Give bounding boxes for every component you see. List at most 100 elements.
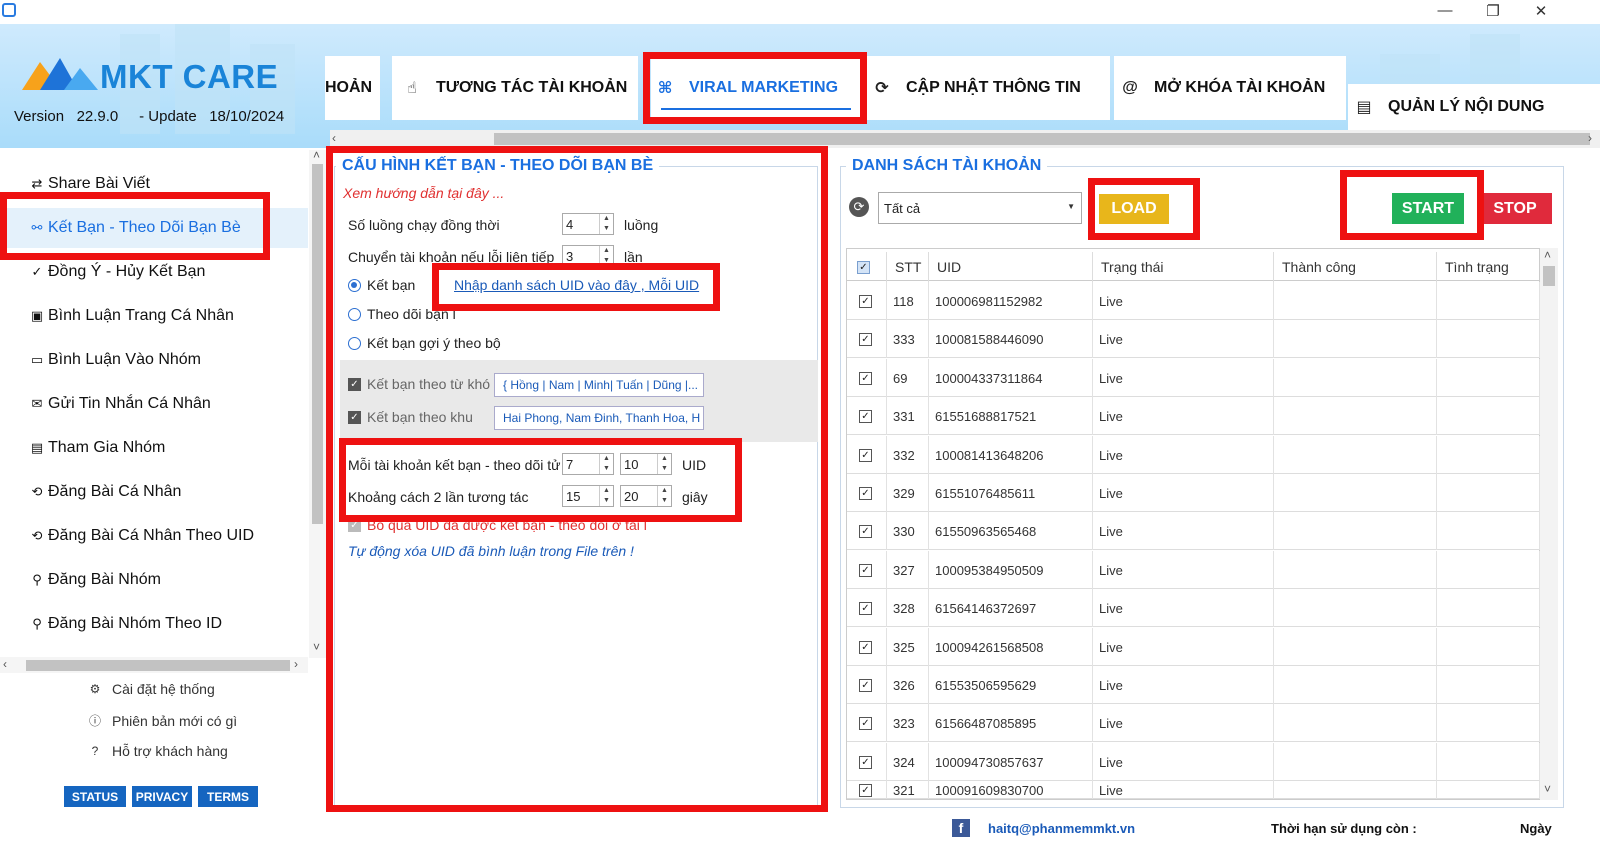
keyword-checkbox[interactable]: ✓ <box>348 378 361 391</box>
tab-update-info[interactable]: ⟳ CẬP NHẬT THÔNG TIN <box>866 56 1110 120</box>
sidebar-item-post-profile[interactable]: ⟲ Đăng Bài Cá Nhân <box>0 472 308 512</box>
radio-add-friend[interactable] <box>348 279 361 292</box>
row-select-cell[interactable]: ✓ <box>847 589 887 627</box>
system-settings-link[interactable]: ⚙ Cài đặt hệ thống <box>86 681 215 697</box>
customer-support-link[interactable]: ? Hỗ trợ khách hàng <box>86 743 228 759</box>
sidebar-item-add-friend[interactable]: ⚯ Kết Bạn - Theo Dõi Bạn Bè <box>0 208 308 248</box>
sidebar-horizontal-scrollbar[interactable]: ‹ › <box>0 657 308 673</box>
row-select-cell[interactable]: ✓ <box>847 436 887 474</box>
per-account-min-stepper[interactable]: 7 ▲ ▼ <box>562 453 614 475</box>
scroll-down-arrow-icon[interactable]: ˅ <box>1544 782 1551 796</box>
scrollbar-thumb[interactable] <box>26 660 290 671</box>
keyword-input[interactable]: { Hồng | Nam | Minh| Tuấn | Dũng |... <box>494 373 704 397</box>
maximize-button[interactable]: ❐ <box>1478 2 1508 20</box>
row-checkbox[interactable]: ✓ <box>859 755 872 769</box>
scrollbar-thumb[interactable] <box>312 164 323 524</box>
sidebar-item-join-group[interactable]: ▤ Tham Gia Nhóm <box>0 428 308 468</box>
stepper-arrows-icon[interactable]: ▲ ▼ <box>599 454 613 474</box>
stepper-arrows-icon[interactable]: ▲ ▼ <box>599 486 613 506</box>
row-checkbox[interactable]: ✓ <box>859 783 872 797</box>
start-button[interactable]: START <box>1392 193 1464 224</box>
row-checkbox[interactable]: ✓ <box>859 371 872 385</box>
header-select-all[interactable]: ✓ <box>847 252 887 282</box>
minimize-button[interactable]: — <box>1430 2 1460 19</box>
row-select-cell[interactable]: ✓ <box>847 512 887 550</box>
scroll-up-arrow-icon[interactable]: ˄ <box>313 148 320 162</box>
scroll-down-arrow-icon[interactable]: ˅ <box>313 640 320 654</box>
whats-new-link[interactable]: ⓘ Phiên bản mới có gì <box>86 712 237 729</box>
scroll-left-arrow-icon[interactable]: ‹ <box>3 657 7 671</box>
scrollbar-thumb[interactable] <box>494 133 1590 145</box>
row-select-cell[interactable]: ✓ <box>847 704 887 742</box>
row-select-cell[interactable]: ✓ <box>847 397 887 435</box>
scroll-right-arrow-icon[interactable]: › <box>1588 131 1592 145</box>
stepper-arrows-icon[interactable]: ▲ ▼ <box>657 486 671 506</box>
row-checkbox[interactable]: ✓ <box>859 524 872 538</box>
sidebar-item-comment-group[interactable]: ▭ Bình Luận Vào Nhóm <box>0 340 308 380</box>
row-select-cell[interactable]: ✓ <box>847 551 887 589</box>
radio-suggest[interactable] <box>348 337 361 350</box>
stepper-arrows-icon[interactable]: ▲ ▼ <box>599 214 613 234</box>
row-select-cell[interactable]: ✓ <box>847 666 887 704</box>
row-select-cell[interactable]: ✓ <box>847 743 887 781</box>
terms-button[interactable]: TERMS <box>198 786 258 807</box>
row-checkbox[interactable]: ✓ <box>859 716 872 730</box>
refresh-icon[interactable]: ⟳ <box>849 197 869 217</box>
scroll-up-arrow-icon[interactable]: ˄ <box>1544 248 1551 262</box>
row-checkbox[interactable]: ✓ <box>859 678 872 692</box>
tab-interaction[interactable]: ☝ TƯƠNG TÁC TÀI KHOẢN <box>392 56 638 120</box>
radio-follow[interactable] <box>348 308 361 321</box>
close-button[interactable]: ✕ <box>1526 2 1556 20</box>
scroll-right-arrow-icon[interactable]: › <box>294 657 298 671</box>
privacy-button[interactable]: PRIVACY <box>132 786 192 807</box>
sidebar-item-post-group[interactable]: ⚲ Đăng Bài Nhóm <box>0 560 308 600</box>
scroll-left-arrow-icon[interactable]: ‹ <box>332 131 336 145</box>
table-vertical-scrollbar[interactable]: ˄ ˅ <box>1540 248 1558 800</box>
load-button[interactable]: LOAD <box>1099 194 1169 224</box>
sidebar-item-send-message[interactable]: ✉ Gửi Tin Nhắn Cá Nhân <box>0 384 308 424</box>
row-checkbox[interactable]: ✓ <box>859 486 872 500</box>
tab-viral-marketing[interactable]: ⌘ VIRAL MARKETING <box>651 56 861 120</box>
sidebar-vertical-scrollbar[interactable]: ˄ ˅ <box>309 148 326 658</box>
threads-stepper[interactable]: 4 ▲ ▼ <box>562 213 614 235</box>
interval-max-stepper[interactable]: 20 ▲ ▼ <box>620 485 672 507</box>
uid-input-link[interactable]: Nhập danh sách UID vào đây , Mỗi UID <box>454 277 699 293</box>
row-checkbox[interactable]: ✓ <box>859 448 872 462</box>
support-email[interactable]: haitq@phanmemmkt.vn <box>988 821 1135 836</box>
stop-button[interactable]: STOP <box>1478 193 1552 224</box>
row-select-cell[interactable]: ✓ <box>847 628 887 666</box>
row-select-cell[interactable]: ✓ <box>847 474 887 512</box>
row-checkbox[interactable]: ✓ <box>859 601 872 615</box>
row-checkbox[interactable]: ✓ <box>859 294 872 308</box>
skip-uid-checkbox[interactable]: ✓ <box>348 519 361 532</box>
sidebar-item-comment-profile[interactable]: ▣ Bình Luận Trang Cá Nhân <box>0 296 308 336</box>
tab-unlock-account[interactable]: @ MỞ KHÓA TÀI KHOẢN <box>1114 56 1346 120</box>
area-input[interactable]: Hai Phong, Nam Đinh, Thanh Hoa, H <box>494 406 704 430</box>
row-checkbox[interactable]: ✓ <box>859 409 872 423</box>
select-all-checkbox[interactable]: ✓ <box>857 260 870 274</box>
tab-account-partial[interactable]: HOẢN <box>325 56 380 120</box>
scrollbar-thumb[interactable] <box>1543 266 1555 286</box>
stepper-arrows-icon[interactable]: ▲ ▼ <box>599 246 613 266</box>
tab-content-management[interactable]: ▤ QUẢN LÝ NỘI DUNG <box>1348 84 1600 130</box>
row-select-cell[interactable]: ✓ <box>847 781 887 799</box>
sidebar-item-post-profile-uid[interactable]: ⟲ Đăng Bài Cá Nhân Theo UID <box>0 516 308 556</box>
row-checkbox[interactable]: ✓ <box>859 563 872 577</box>
sidebar-item-accept-friend[interactable]: ✓ Đồng Ý - Hủy Kết Bạn <box>0 252 308 292</box>
sidebar-item-share-post[interactable]: ⇄ Share Bài Viết <box>0 164 308 204</box>
row-select-cell[interactable]: ✓ <box>847 320 887 358</box>
tabs-horizontal-scrollbar[interactable]: ‹ › <box>330 130 1600 148</box>
guide-link[interactable]: Xem hướng dẫn tại đây ... <box>343 185 504 201</box>
per-account-max-stepper[interactable]: 10 ▲ ▼ <box>620 453 672 475</box>
row-select-cell[interactable]: ✓ <box>847 282 887 320</box>
row-checkbox[interactable]: ✓ <box>859 332 872 346</box>
interval-min-stepper[interactable]: 15 ▲ ▼ <box>562 485 614 507</box>
row-select-cell[interactable]: ✓ <box>847 359 887 397</box>
account-filter-select[interactable]: Tất cả ▼ <box>878 192 1082 224</box>
row-checkbox[interactable]: ✓ <box>859 640 872 654</box>
stepper-arrows-icon[interactable]: ▲ ▼ <box>657 454 671 474</box>
switch-account-stepper[interactable]: 3 ▲ ▼ <box>562 245 614 267</box>
sidebar-item-post-group-id[interactable]: ⚲ Đăng Bài Nhóm Theo ID <box>0 604 308 644</box>
status-button[interactable]: STATUS <box>64 786 126 807</box>
area-checkbox[interactable]: ✓ <box>348 411 361 424</box>
